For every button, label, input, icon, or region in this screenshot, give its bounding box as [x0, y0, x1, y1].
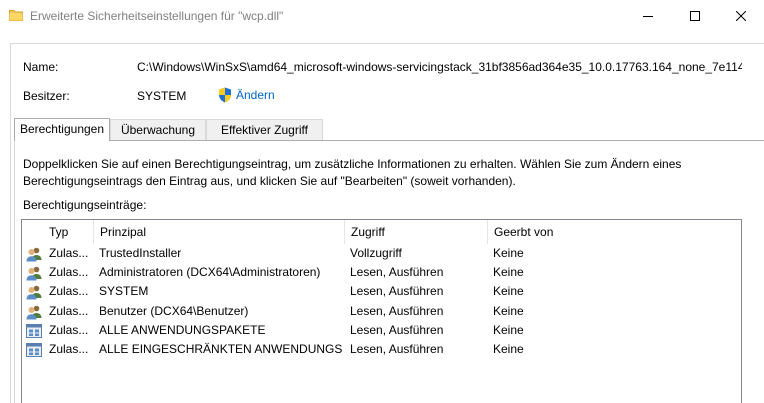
row-principal: ALLE EINGESCHRÄNKTEN ANWENDUNGSP... — [99, 341, 342, 356]
table-row[interactable]: Zulas... ALLE ANWENDUNGSPAKETE Lesen, Au… — [22, 321, 741, 340]
row-inherited-from: Keine — [493, 246, 524, 260]
owner-value: SYSTEM — [137, 89, 187, 103]
row-type: Zulas... — [49, 322, 89, 337]
row-principal: ALLE ANWENDUNGSPAKETE — [99, 322, 266, 337]
row-type: Zulas... — [49, 303, 89, 318]
uac-shield-icon — [218, 87, 232, 103]
table-row[interactable]: Zulas... TrustedInstaller Vollzugriff Ke… — [22, 244, 741, 263]
users-icon — [26, 304, 42, 320]
maximize-button[interactable] — [672, 0, 718, 31]
change-owner-label: Ändern — [236, 88, 275, 102]
table-row[interactable]: Zulas... Benutzer (DCX64\Benutzer) Lesen… — [22, 302, 741, 321]
users-icon — [26, 265, 42, 281]
table-row[interactable]: Zulas... SYSTEM Lesen, Ausführen Keine — [22, 282, 741, 301]
users-icon — [26, 246, 42, 262]
app-package-icon — [26, 323, 42, 339]
row-access: Lesen, Ausführen — [350, 322, 444, 337]
minimize-button[interactable] — [625, 0, 671, 31]
column-header-type[interactable]: Typ — [43, 220, 93, 244]
row-type: Zulas... — [49, 341, 89, 356]
row-inherited-from: Keine — [493, 284, 524, 299]
title-bar: Erweiterte Sicherheitseinstellungen für … — [0, 0, 764, 31]
list-header: Typ Prinzipal Zugriff Geerbt von — [22, 220, 741, 244]
row-type: Zulas... — [49, 265, 89, 280]
row-inherited-from: Keine — [493, 322, 524, 337]
tab-auditing[interactable]: Überwachung — [110, 119, 206, 140]
close-icon — [736, 10, 746, 21]
folder-icon — [9, 8, 23, 22]
app-package-icon — [26, 342, 42, 358]
owner-label: Besitzer: — [23, 89, 70, 103]
name-label: Name: — [23, 60, 59, 74]
row-inherited-from: Keine — [493, 265, 524, 280]
window-title: Erweiterte Sicherheitseinstellungen für … — [30, 9, 284, 23]
table-row[interactable]: Zulas... ALLE EINGESCHRÄNKTEN ANWENDUNGS… — [22, 340, 741, 359]
column-header-principal[interactable]: Prinzipal — [93, 220, 344, 244]
row-access: Lesen, Ausführen — [350, 265, 444, 280]
column-header-access[interactable]: Zugriff — [344, 220, 487, 244]
row-type: Zulas... — [49, 246, 89, 260]
row-access: Lesen, Ausführen — [350, 341, 444, 356]
close-button[interactable] — [718, 0, 764, 31]
row-inherited-from: Keine — [493, 303, 524, 318]
row-principal: Administratoren (DCX64\Administratoren) — [99, 265, 321, 280]
row-access: Lesen, Ausführen — [350, 303, 444, 318]
change-owner-link[interactable]: Ändern — [218, 87, 275, 103]
row-inherited-from: Keine — [493, 341, 524, 356]
users-icon — [26, 284, 42, 300]
permissions-description: Doppelklicken Sie auf einen Berechtigung… — [23, 157, 682, 188]
permission-entries-list[interactable]: Typ Prinzipal Zugriff Geerbt von Zulas..… — [21, 219, 742, 403]
row-type: Zulas... — [49, 284, 89, 299]
table-row[interactable]: Zulas... Administratoren (DCX64\Administ… — [22, 263, 741, 282]
tab-effective-access[interactable]: Effektiver Zugriff — [206, 119, 323, 140]
column-header-inherited-from[interactable]: Geerbt von — [487, 220, 741, 244]
permission-entries-label: Berechtigungseinträge: — [23, 198, 147, 212]
tab-permissions[interactable]: Berechtigungen — [14, 118, 110, 141]
row-access: Lesen, Ausführen — [350, 284, 444, 299]
name-value: C:\Windows\WinSxS\amd64_microsoft-window… — [137, 60, 742, 74]
minimize-icon — [643, 15, 653, 17]
row-principal: TrustedInstaller — [99, 246, 182, 260]
list-body: Zulas... TrustedInstaller Vollzugriff Ke… — [22, 244, 741, 359]
maximize-icon — [690, 10, 700, 21]
row-access: Vollzugriff — [350, 246, 402, 260]
row-principal: SYSTEM — [99, 284, 149, 299]
row-principal: Benutzer (DCX64\Benutzer) — [99, 303, 249, 318]
